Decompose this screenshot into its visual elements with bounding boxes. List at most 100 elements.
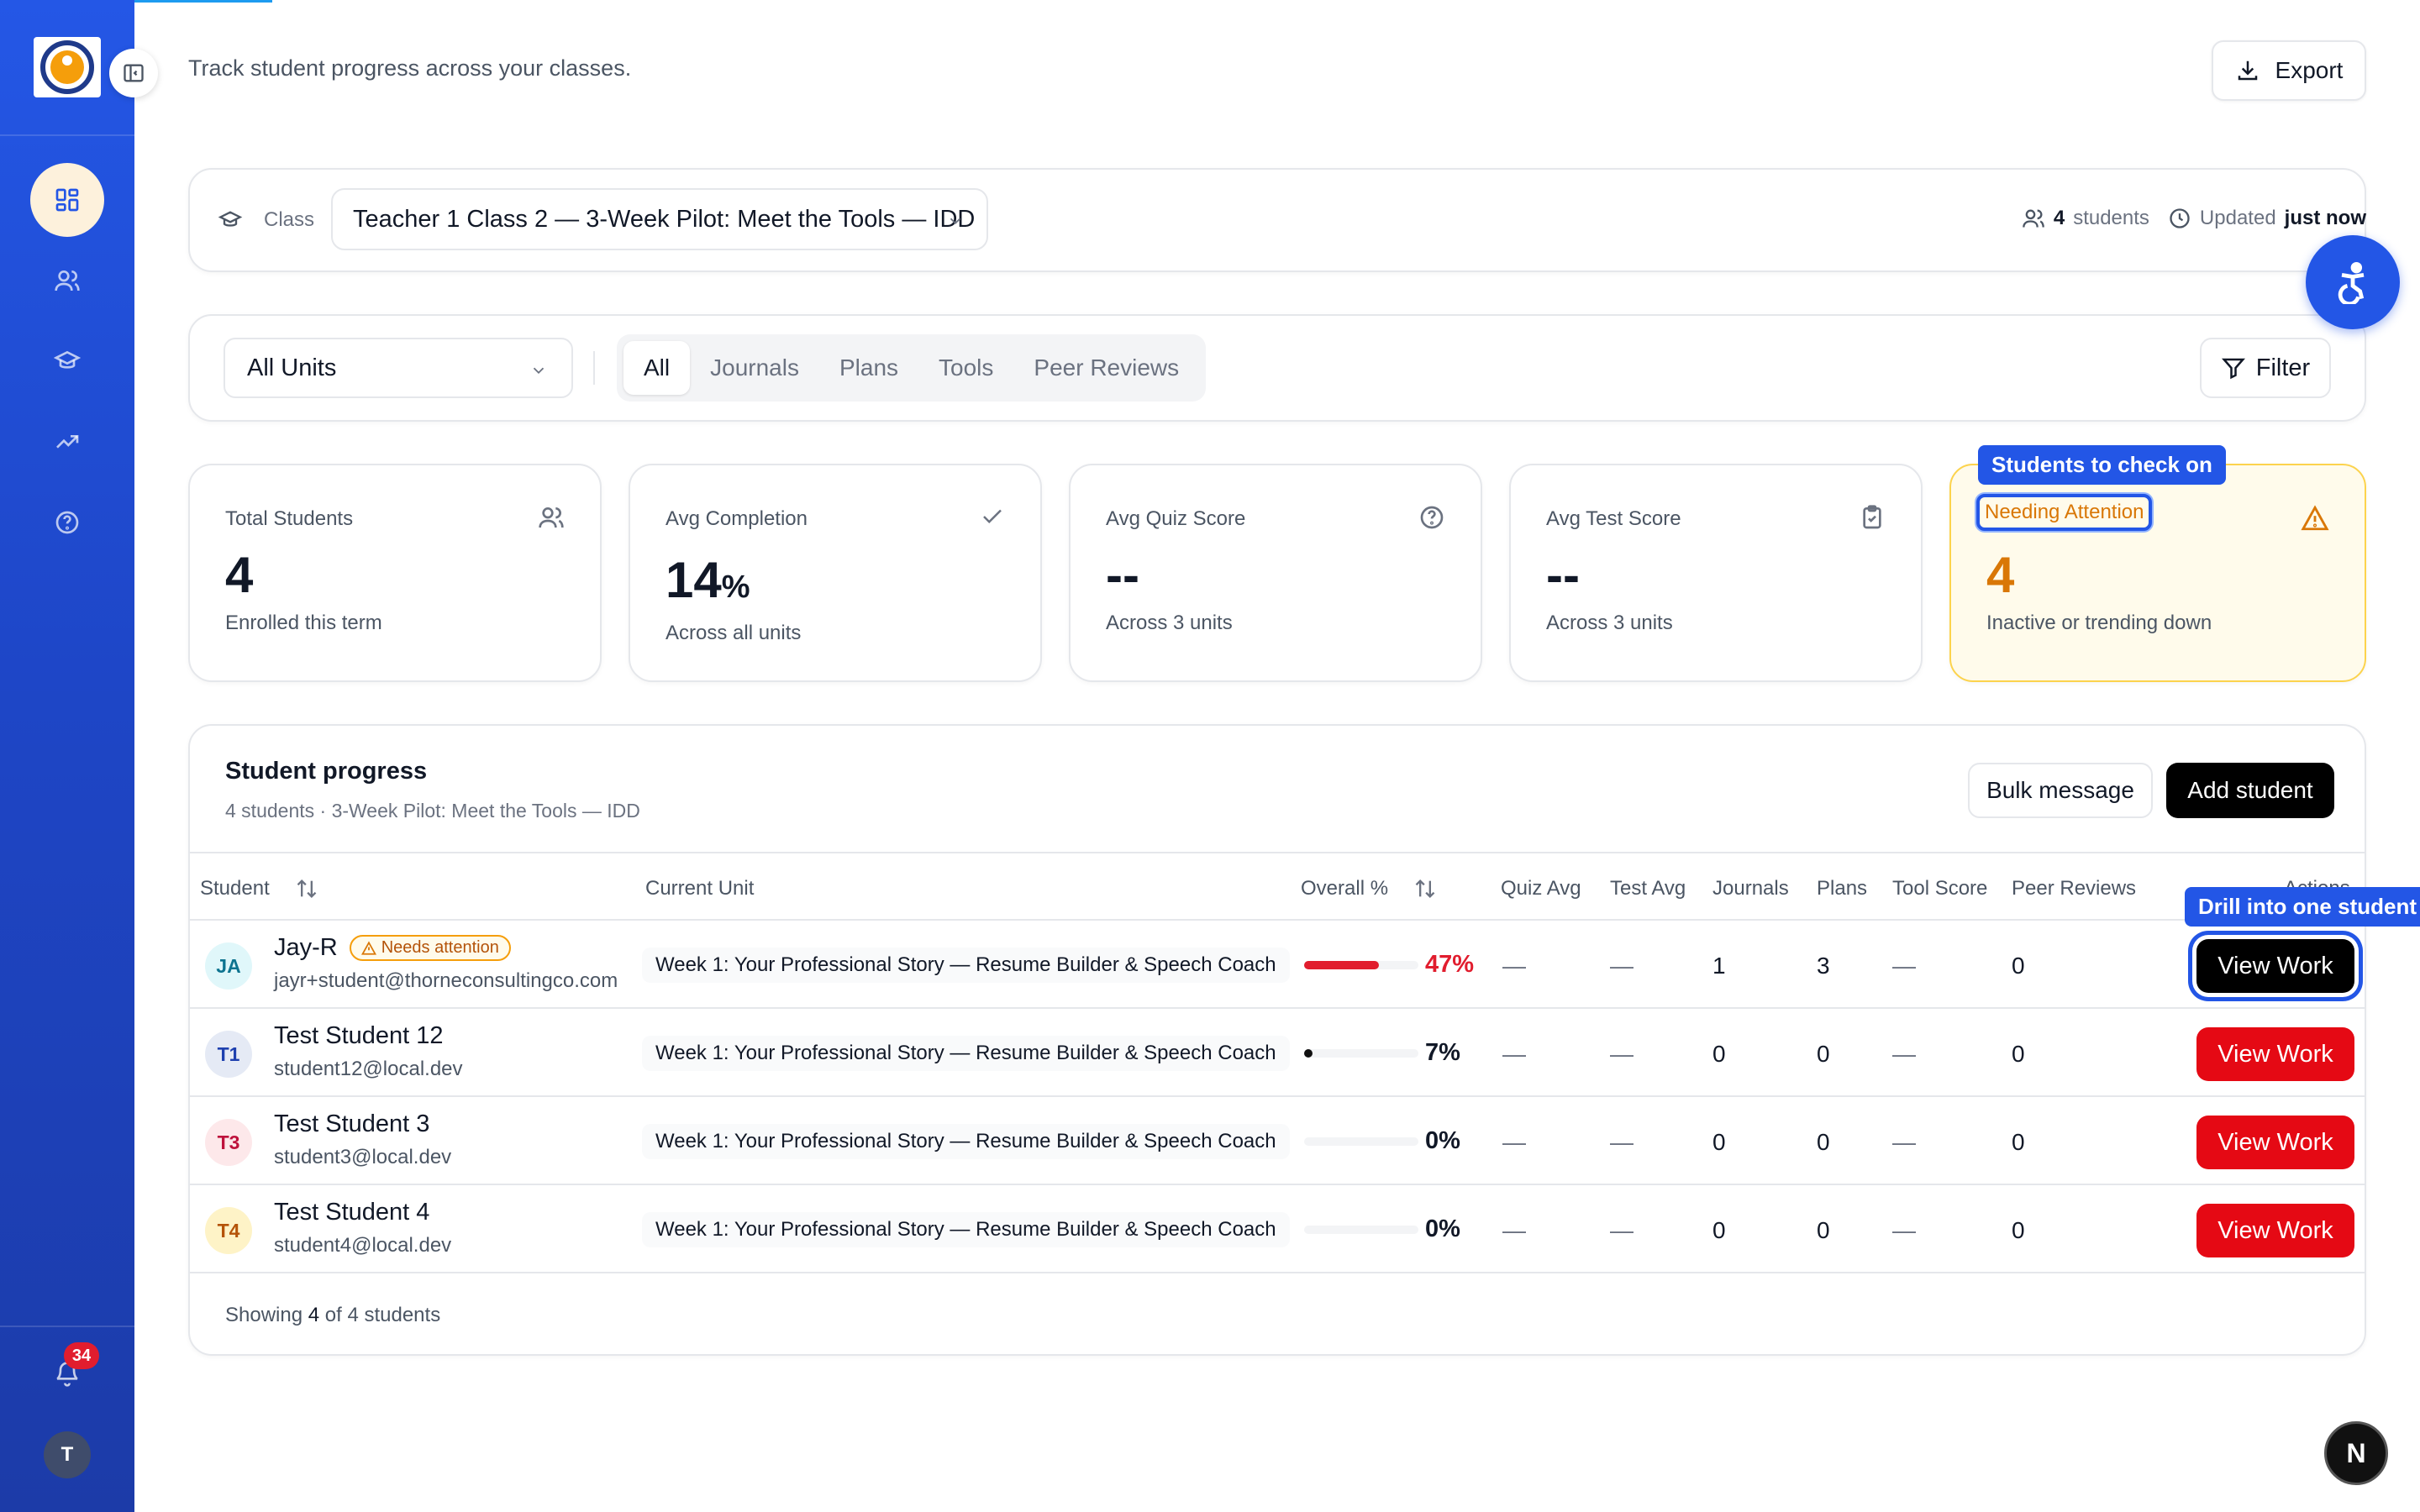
accessibility-icon <box>2338 261 2365 304</box>
alert-triangle-icon <box>360 940 376 955</box>
plans-count: 3 <box>1817 953 1830 979</box>
users-icon <box>2022 209 2044 228</box>
section-title: Student progress <box>225 758 428 785</box>
updated-label: Updated <box>2199 207 2276 229</box>
peer-reviews-count: 0 <box>2012 1129 2025 1155</box>
users-icon <box>55 270 80 291</box>
units-select[interactable]: All Units <box>224 338 573 398</box>
test-avg: — <box>1610 1129 1634 1155</box>
current-unit: Week 1: Your Professional Story — Resume… <box>642 1124 1290 1159</box>
sidebar-divider <box>0 134 134 136</box>
trending-up-icon <box>56 435 79 449</box>
stat-total-students: Total Students 4 Enrolled this term <box>188 464 602 682</box>
stat-value: 14% <box>666 552 750 608</box>
accessibility-button[interactable] <box>2306 235 2400 329</box>
bulk-message-button[interactable]: Bulk message <box>1968 763 2153 818</box>
nav-classes[interactable] <box>30 324 104 398</box>
column-plans: Plans <box>1817 877 1868 900</box>
content-type-tabs: All Journals Plans Tools Peer Reviews <box>617 334 1207 402</box>
student-name[interactable]: Test Student 12 <box>274 1022 444 1050</box>
tab-peer-reviews[interactable]: Peer Reviews <box>1013 341 1199 395</box>
stat-needing-attention[interactable]: Needing Attention 4 Inactive or trending… <box>1949 464 2366 682</box>
current-unit: Week 1: Your Professional Story — Resume… <box>642 1212 1290 1247</box>
table-row: JA Jay-R Needs attention jayr+student@th… <box>190 921 2365 1009</box>
dev-tools-badge[interactable]: N <box>2324 1421 2388 1485</box>
student-avatar: T1 <box>205 1031 252 1078</box>
help-circle-icon <box>1420 506 1444 529</box>
tab-tools[interactable]: Tools <box>918 341 1013 395</box>
quiz-avg: — <box>1502 1041 1526 1067</box>
filter-icon <box>2221 358 2245 380</box>
table-row: T3 Test Student 3 student3@local.dev Wee… <box>190 1097 2365 1185</box>
stat-label: Avg Quiz Score <box>1106 507 1246 530</box>
tooltip-drill-into-student: Drill into one student <box>2185 887 2420 927</box>
student-name[interactable]: Test Student 4 <box>274 1199 429 1226</box>
app-logo[interactable] <box>34 37 101 97</box>
column-test-avg: Test Avg <box>1610 877 1686 900</box>
class-label: Class <box>264 208 315 231</box>
overall-percent: 47% <box>1425 951 1475 978</box>
current-unit: Week 1: Your Professional Story — Resume… <box>642 948 1290 983</box>
export-button[interactable]: Export <box>2212 40 2366 101</box>
progress-fill <box>1304 961 1380 969</box>
view-work-button[interactable]: View Work <box>2196 1116 2354 1169</box>
filter-label: Filter <box>2255 354 2311 381</box>
stat-subtext: Across 3 units <box>1546 612 1673 634</box>
student-count: 4 <box>2053 207 2065 229</box>
nav-help[interactable] <box>30 486 104 559</box>
user-avatar[interactable]: T <box>44 1431 91 1478</box>
filter-divider <box>593 351 595 385</box>
student-name[interactable]: Test Student 3 <box>274 1110 429 1138</box>
journals-count: 0 <box>1712 1129 1726 1155</box>
journals-count: 0 <box>1712 1041 1726 1067</box>
check-icon <box>983 509 1002 524</box>
sidebar-divider <box>0 1326 134 1327</box>
overall-progress-bar <box>1304 1226 1418 1234</box>
column-tool-score: Tool Score <box>1892 877 1988 900</box>
tab-all[interactable]: All <box>623 341 691 395</box>
students-label: students <box>2073 207 2149 229</box>
alert-triangle-icon <box>2301 505 2329 531</box>
add-student-button[interactable]: Add student <box>2166 763 2334 818</box>
view-work-button[interactable]: View Work <box>2196 939 2354 993</box>
overall-percent: 7% <box>1425 1039 1460 1066</box>
users-icon <box>539 507 564 528</box>
selected-units: All Units <box>247 354 337 381</box>
stat-avg-completion: Avg Completion 14% Across all units <box>629 464 1042 682</box>
sidebar-collapse-button[interactable] <box>109 49 158 97</box>
view-work-button[interactable]: View Work <box>2196 1204 2354 1257</box>
stat-avg-quiz: Avg Quiz Score -- Across 3 units <box>1069 464 1482 682</box>
nav-students[interactable] <box>30 244 104 318</box>
stat-label: Total Students <box>225 507 354 530</box>
student-avatar: T3 <box>205 1119 252 1166</box>
section-subtitle: 4 students · 3-Week Pilot: Meet the Tool… <box>225 800 640 822</box>
overall-percent: 0% <box>1425 1215 1460 1242</box>
chevron-down-icon <box>950 218 961 225</box>
filter-button[interactable]: Filter <box>2200 338 2331 398</box>
student-name[interactable]: Jay-R Needs attention <box>274 934 511 962</box>
plans-count: 0 <box>1817 1041 1830 1067</box>
view-work-button[interactable]: View Work <box>2196 1027 2354 1081</box>
class-meta: 4 students Updated just now <box>2022 207 2366 230</box>
stat-subtext: Across all units <box>666 622 802 644</box>
class-select[interactable]: Teacher 1 Class 2 — 3-Week Pilot: Meet t… <box>331 188 988 250</box>
tab-plans[interactable]: Plans <box>819 341 918 395</box>
student-avatar: JA <box>205 942 252 990</box>
graduation-cap-icon <box>54 350 81 369</box>
column-student[interactable]: Student <box>200 877 318 900</box>
showing-count: Showing 4 of 4 students <box>225 1304 441 1326</box>
sort-icon <box>1415 879 1435 898</box>
tab-journals[interactable]: Journals <box>690 341 819 395</box>
notification-count-badge: 34 <box>64 1342 99 1369</box>
test-avg: — <box>1610 1217 1634 1243</box>
nav-dashboard[interactable] <box>30 163 104 237</box>
nav-analytics[interactable] <box>30 405 104 479</box>
chevron-down-icon <box>533 367 544 375</box>
dashboard-icon <box>55 188 79 212</box>
column-current-unit: Current Unit <box>645 877 755 900</box>
column-quiz-avg: Quiz Avg <box>1501 877 1581 900</box>
column-overall[interactable]: Overall % <box>1301 877 1437 900</box>
stat-value: 4 <box>1986 547 2015 603</box>
peer-reviews-count: 0 <box>2012 953 2025 979</box>
column-peer-reviews: Peer Reviews <box>2012 877 2137 900</box>
